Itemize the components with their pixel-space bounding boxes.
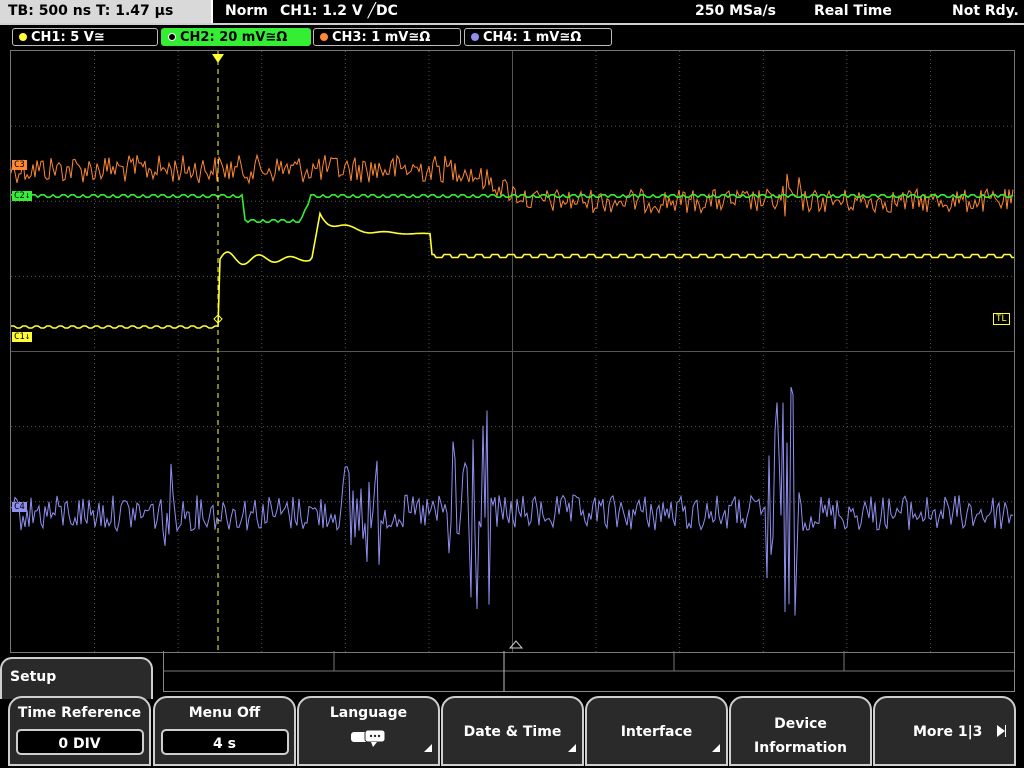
- device-information-label-1: Device: [774, 716, 827, 732]
- channel-1-label: CH1: 5 V≅: [31, 30, 105, 45]
- language-label: Language: [329, 705, 408, 721]
- interface-softkey[interactable]: Interface: [585, 696, 728, 766]
- trigger-info[interactable]: CH1: 1.2 V ╱DC: [280, 0, 398, 23]
- status-bar: TB: 500 ns T: 1.47 µs Norm CH1: 1.2 V ╱D…: [0, 0, 1024, 24]
- speech-bubble-icon: [350, 729, 385, 747]
- time-reference-label: Time Reference: [17, 705, 142, 721]
- acquisition-mode: Real Time: [814, 3, 892, 19]
- channel-4-label: CH4: 1 mV≅Ω: [483, 30, 582, 45]
- trigger-position-marker-icon[interactable]: [212, 54, 224, 63]
- status-divider: [0, 23, 1024, 25]
- time-reference-softkey[interactable]: Time Reference 0 DIV: [8, 696, 151, 766]
- graticule: [11, 51, 1014, 652]
- timebase-readout[interactable]: TB: 500 ns T: 1.47 µs: [0, 0, 213, 23]
- time-reference-value[interactable]: 0 DIV: [15, 729, 144, 755]
- channel-1-dot-icon: [19, 33, 27, 41]
- channel-2-label: CH2: 20 mV≅Ω: [180, 30, 288, 45]
- channel-4-button[interactable]: CH4: 1 mV≅Ω: [464, 28, 612, 46]
- date-time-softkey[interactable]: Date & Time: [441, 696, 584, 766]
- record-overview: [163, 651, 1015, 692]
- menu-off-label: Menu Off: [188, 705, 261, 721]
- horizontal-center-marker-icon: [508, 640, 524, 649]
- menu-title: Setup: [0, 657, 153, 699]
- menu-off-softkey[interactable]: Menu Off 4 s: [153, 696, 296, 766]
- channel-2-button[interactable]: CH2: 20 mV≅Ω: [161, 28, 311, 46]
- waveform-display[interactable]: [10, 50, 1015, 653]
- sample-rate: 250 MSa/s: [695, 3, 777, 19]
- channel-1-button[interactable]: CH1: 5 V≅: [12, 28, 158, 46]
- channel-3-label: CH3: 1 mV≅Ω: [332, 30, 431, 45]
- submenu-indicator-icon: [712, 744, 720, 752]
- channel-1-marker[interactable]: C1↓: [12, 332, 33, 342]
- submenu-indicator-icon: [424, 744, 432, 752]
- trigger-level-marker[interactable]: TL: [993, 313, 1010, 325]
- device-information-label-2: Information: [754, 740, 847, 756]
- arrow-right-icon: [997, 725, 1006, 737]
- trigger-mode[interactable]: Norm: [225, 0, 268, 23]
- channel-2-marker[interactable]: C2↓: [12, 191, 33, 201]
- channel-4-marker[interactable]: C4: [12, 502, 27, 512]
- acquisition-state: Not Rdy.: [952, 3, 1019, 19]
- channel-3-dot-icon: [320, 33, 328, 41]
- more-softkey[interactable]: More 1|3: [873, 696, 1016, 766]
- language-softkey[interactable]: Language: [297, 696, 440, 766]
- device-information-softkey[interactable]: Device Information: [729, 696, 872, 766]
- channel-3-marker[interactable]: C3: [12, 160, 27, 170]
- channel-4-dot-icon: [471, 33, 479, 41]
- channel-3-button[interactable]: CH3: 1 mV≅Ω: [313, 28, 461, 46]
- submenu-indicator-icon: [568, 744, 576, 752]
- date-time-label: Date & Time: [463, 724, 562, 740]
- channel-2-dot-icon: [168, 33, 176, 41]
- interface-label: Interface: [620, 724, 693, 740]
- menu-off-value[interactable]: 4 s: [160, 729, 289, 755]
